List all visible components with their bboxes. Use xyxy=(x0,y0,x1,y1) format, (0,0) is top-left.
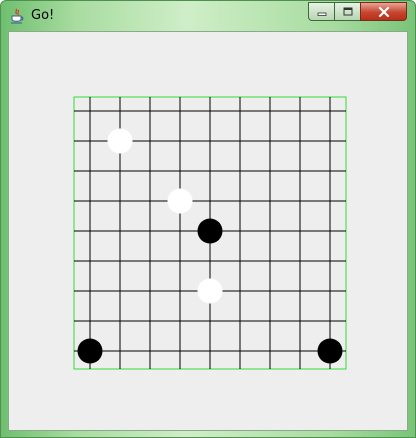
white-stone xyxy=(167,188,193,214)
window-title: Go! xyxy=(31,8,55,23)
black-stone xyxy=(197,218,223,244)
minimize-icon xyxy=(317,12,326,16)
title-bar[interactable]: Go! xyxy=(1,1,415,31)
game-panel xyxy=(8,31,408,431)
application-window: Go! xyxy=(0,0,416,438)
white-stone xyxy=(197,278,223,304)
minimize-button[interactable] xyxy=(308,2,335,21)
black-stone xyxy=(317,338,343,364)
maximize-button[interactable] xyxy=(334,2,361,21)
java-cup-icon xyxy=(11,8,24,24)
white-stone xyxy=(107,128,133,154)
black-stone xyxy=(77,338,103,364)
close-button[interactable] xyxy=(360,2,407,21)
go-board[interactable] xyxy=(9,32,407,430)
close-icon xyxy=(378,6,389,17)
maximize-icon xyxy=(343,7,352,15)
